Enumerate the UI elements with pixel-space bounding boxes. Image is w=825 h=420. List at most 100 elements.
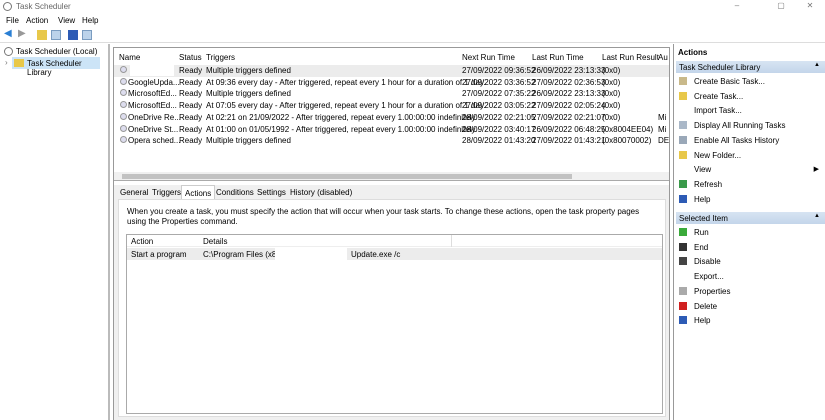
task-name: OneDrive Re...	[128, 112, 181, 122]
task-name: Opera sched...	[128, 136, 181, 146]
disable-icon	[679, 257, 687, 266]
task-result: (0x0)	[602, 89, 621, 99]
column-name[interactable]: Name	[119, 53, 140, 62]
column-details[interactable]: Details	[203, 237, 227, 246]
action-properties[interactable]: Properties	[677, 285, 825, 299]
task-next: 27/09/2022 03:36:52	[462, 77, 536, 87]
action-details: C:\Program Files (x86)\	[203, 250, 286, 259]
action-export[interactable]: Export...	[677, 270, 825, 284]
task-row[interactable]: MicrosoftEd... Ready At 07:05 every day - …	[114, 100, 669, 112]
task-scheduler-icon	[3, 2, 12, 11]
action-create-basic-task[interactable]: Create Basic Task...	[677, 75, 825, 89]
help-icon	[679, 316, 687, 325]
help-icon[interactable]	[68, 30, 78, 40]
column-next-run[interactable]: Next Run Time	[462, 53, 515, 62]
action-import-task[interactable]: Import Task...	[677, 104, 825, 118]
task-last: 27/09/2022 02:05:24	[532, 101, 606, 111]
back-arrow-icon[interactable]: ◀	[4, 28, 14, 39]
close-button[interactable]: ✕	[795, 1, 825, 10]
action-refresh[interactable]: Refresh	[677, 178, 825, 192]
section-title: Selected Item	[679, 214, 728, 223]
task-row[interactable]: OneDrive Re... Ready At 02:21 on 21/09/202…	[114, 112, 669, 124]
action-display-all-running-tasks[interactable]: Display All Running Tasks	[677, 119, 825, 133]
section-library[interactable]: Task Scheduler Library ▲	[676, 61, 825, 73]
console-tree: Task Scheduler (Local) › Task Scheduler …	[0, 44, 110, 420]
task-row[interactable]: OneDrive St... Ready At 01:00 on 01/05/199…	[114, 124, 669, 136]
action-view[interactable]: View ▶	[677, 163, 825, 177]
column-last-run[interactable]: Last Run Time	[532, 53, 584, 62]
action-label: Run	[694, 228, 709, 237]
action-label: Enable All Tasks History	[694, 135, 780, 145]
action-help[interactable]: Help	[677, 314, 825, 328]
tab-general[interactable]: General	[120, 188, 148, 197]
collapse-arrow-icon[interactable]: ▲	[814, 213, 820, 219]
actions-pane: Actions Task Scheduler Library ▲ Create B…	[673, 44, 825, 420]
task-status: Ready	[179, 89, 203, 99]
task-author: Mi	[658, 112, 667, 122]
task-clock-icon	[120, 112, 127, 120]
tree-item-label: Task Scheduler Library	[27, 59, 82, 77]
action-label: Create Basic Task...	[694, 77, 765, 86]
task-row[interactable]: GoogleUpda... Ready At 09:36 every day - A…	[114, 77, 669, 89]
tab-triggers[interactable]: Triggers	[152, 188, 181, 197]
section-selected-item[interactable]: Selected Item ▲	[676, 212, 825, 224]
title-bar: Task Scheduler – ▢ ✕	[0, 0, 825, 14]
menu-file[interactable]: File	[6, 16, 19, 25]
action-delete[interactable]: Delete	[677, 300, 825, 314]
tab-conditions[interactable]: Conditions	[216, 188, 254, 197]
action-new-folder[interactable]: New Folder...	[677, 149, 825, 163]
tab-settings[interactable]: Settings	[257, 188, 286, 197]
show-hide-action-pane-icon[interactable]	[82, 30, 92, 40]
task-last: 26/09/2022 06:48:25	[532, 124, 606, 134]
action-disable[interactable]: Disable	[677, 255, 825, 269]
task-status: Ready	[179, 124, 203, 134]
task-last: 26/09/2022 23:13:33	[532, 89, 606, 99]
menu-view[interactable]: View	[58, 16, 75, 25]
action-row[interactable]: Start a program C:\Program Files (x86)\ …	[127, 248, 662, 260]
running-tasks-icon	[679, 121, 687, 130]
refresh-icon	[679, 179, 687, 188]
menu-help[interactable]: Help	[82, 16, 98, 25]
task-clock-icon	[120, 124, 127, 132]
tree-root[interactable]: Task Scheduler (Local)	[16, 47, 97, 56]
task-status: Ready	[179, 77, 203, 87]
action-end[interactable]: End	[677, 241, 825, 255]
tree-item-library[interactable]: Task Scheduler Library	[12, 57, 100, 77]
task-row[interactable]: Ready Multiple triggers defined 27/09/2022…	[114, 65, 669, 77]
action-run[interactable]: Run	[677, 226, 825, 240]
column-triggers[interactable]: Triggers	[206, 53, 235, 62]
new-folder-icon	[679, 150, 687, 159]
up-folder-icon[interactable]	[37, 30, 47, 40]
menu-action[interactable]: Action	[26, 16, 48, 25]
action-enable-all-tasks-history[interactable]: Enable All Tasks History	[677, 134, 825, 148]
expand-chevron-icon[interactable]: ›	[5, 58, 8, 67]
task-result: (0x0)	[602, 77, 621, 87]
task-row[interactable]: Opera sched... Ready Multiple triggers def…	[114, 135, 669, 147]
scrollbar-thumb[interactable]	[122, 174, 572, 179]
task-row[interactable]: MicrosoftEd... Ready Multiple triggers def…	[114, 88, 669, 100]
task-next: 27/09/2022 07:35:22	[462, 89, 536, 99]
tab-strip: General Triggers Actions Conditions Sett…	[114, 185, 669, 201]
actions-tab-content: When you create a task, you must specify…	[118, 199, 666, 417]
maximize-button[interactable]: ▢	[766, 1, 796, 10]
column-last-result[interactable]: Last Run Result	[602, 53, 659, 62]
task-result: (0x0)	[602, 101, 621, 111]
forward-arrow-icon[interactable]: ▶	[18, 28, 28, 39]
tab-history[interactable]: History (disabled)	[290, 188, 352, 197]
folder-icon	[14, 59, 24, 67]
column-action[interactable]: Action	[131, 237, 153, 246]
action-help[interactable]: Help	[677, 193, 825, 207]
show-hide-console-tree-icon[interactable]	[51, 30, 61, 40]
minimize-button[interactable]: –	[722, 1, 752, 10]
collapse-arrow-icon[interactable]: ▲	[814, 62, 820, 68]
task-triggers: At 01:00 on 01/05/1992 - After triggered…	[206, 124, 478, 134]
task-triggers: Multiple triggers defined	[206, 66, 291, 75]
task-result: (0x80070002)	[602, 136, 652, 146]
task-list-header: Name Status Triggers Next Run Time Last …	[114, 52, 669, 64]
column-author[interactable]: Au	[658, 53, 668, 62]
action-type: Start a program	[131, 250, 187, 259]
task-triggers: At 02:21 on 21/09/2022 - After triggered…	[206, 112, 478, 122]
task-name: GoogleUpda...	[128, 77, 180, 87]
column-status[interactable]: Status	[179, 53, 202, 62]
action-create-task[interactable]: Create Task...	[677, 90, 825, 104]
